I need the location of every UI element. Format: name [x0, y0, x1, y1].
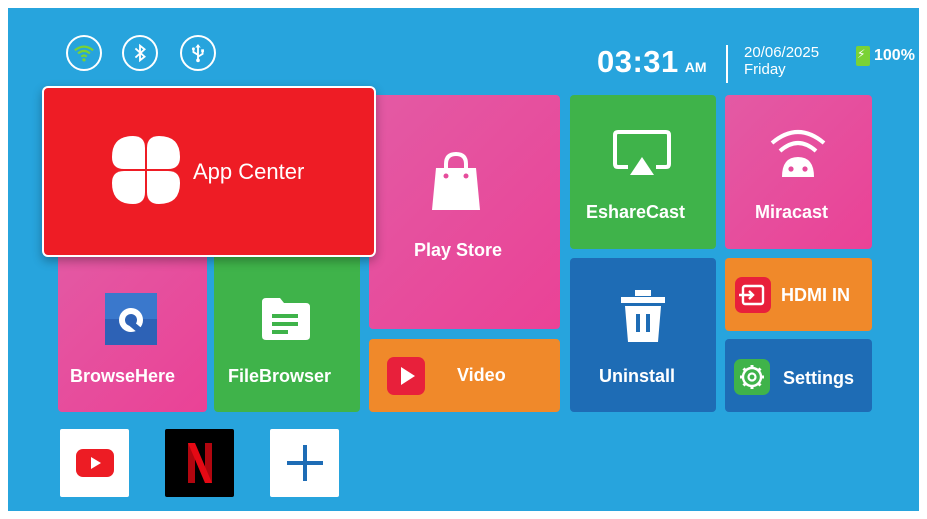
tile-app-center-label: App Center [193, 159, 305, 184]
app-center-icon [112, 136, 180, 204]
usb-icon[interactable] [180, 35, 216, 71]
tile-filebrowser-label: FileBrowser [228, 366, 332, 386]
hdmi-input-icon [735, 277, 771, 313]
tile-miracast-label: Miracast [755, 202, 829, 222]
clock-ampm: AM [684, 59, 707, 75]
tile-uninstall[interactable]: Uninstall [570, 258, 716, 412]
home-screen: 03:31 AM 20/06/2025 Friday 100% BrowseHe… [8, 8, 919, 511]
tile-browsehere-label: BrowseHere [70, 366, 176, 386]
video-play-icon [387, 357, 425, 395]
tile-video[interactable]: Video [369, 339, 560, 412]
battery-level: 100% [874, 47, 915, 64]
day-text: Friday [744, 61, 786, 78]
netflix-icon [188, 443, 212, 483]
bluetooth-icon[interactable] [122, 35, 158, 71]
tile-hdmi-in-label: HDMI IN [781, 285, 850, 305]
browser-icon [105, 293, 157, 345]
add-icon [287, 445, 323, 481]
tile-esharecast[interactable]: EshareCast [570, 95, 716, 249]
date-display: 20/06/2025 Friday [744, 44, 819, 78]
trash-icon [621, 290, 665, 342]
tile-miracast[interactable]: Miracast [725, 95, 872, 249]
tile-esharecast-label: EshareCast [586, 202, 686, 222]
tile-hdmi-in[interactable]: HDMI IN [725, 258, 872, 331]
tile-uninstall-label: Uninstall [599, 366, 676, 386]
dock-youtube[interactable] [60, 429, 129, 497]
tile-browsehere[interactable]: BrowseHere [58, 238, 207, 412]
youtube-icon [76, 449, 114, 477]
clock: 03:31 AM [597, 44, 707, 80]
battery-status: 100% [856, 46, 915, 66]
tile-settings[interactable]: Settings [725, 339, 872, 412]
wifi-icon[interactable] [66, 35, 102, 71]
cast-icon [613, 130, 671, 175]
dock-netflix[interactable] [165, 429, 234, 497]
android-wireless-icon [770, 130, 826, 177]
status-divider [726, 45, 728, 83]
tile-filebrowser[interactable]: FileBrowser [214, 238, 360, 412]
tile-play-store-label: Play Store [414, 240, 503, 260]
shopping-bag-icon [432, 152, 480, 210]
tile-settings-label: Settings [783, 368, 855, 388]
tile-video-label: Video [457, 365, 506, 385]
date-text: 20/06/2025 [744, 44, 820, 61]
clock-time: 03:31 [597, 44, 679, 79]
battery-icon [856, 46, 870, 66]
dock-add-app[interactable] [270, 429, 339, 497]
gear-icon [734, 359, 770, 395]
tile-app-center[interactable]: App Center [42, 86, 376, 257]
tile-play-store[interactable]: Play Store [369, 95, 560, 329]
folder-icon [262, 298, 310, 340]
